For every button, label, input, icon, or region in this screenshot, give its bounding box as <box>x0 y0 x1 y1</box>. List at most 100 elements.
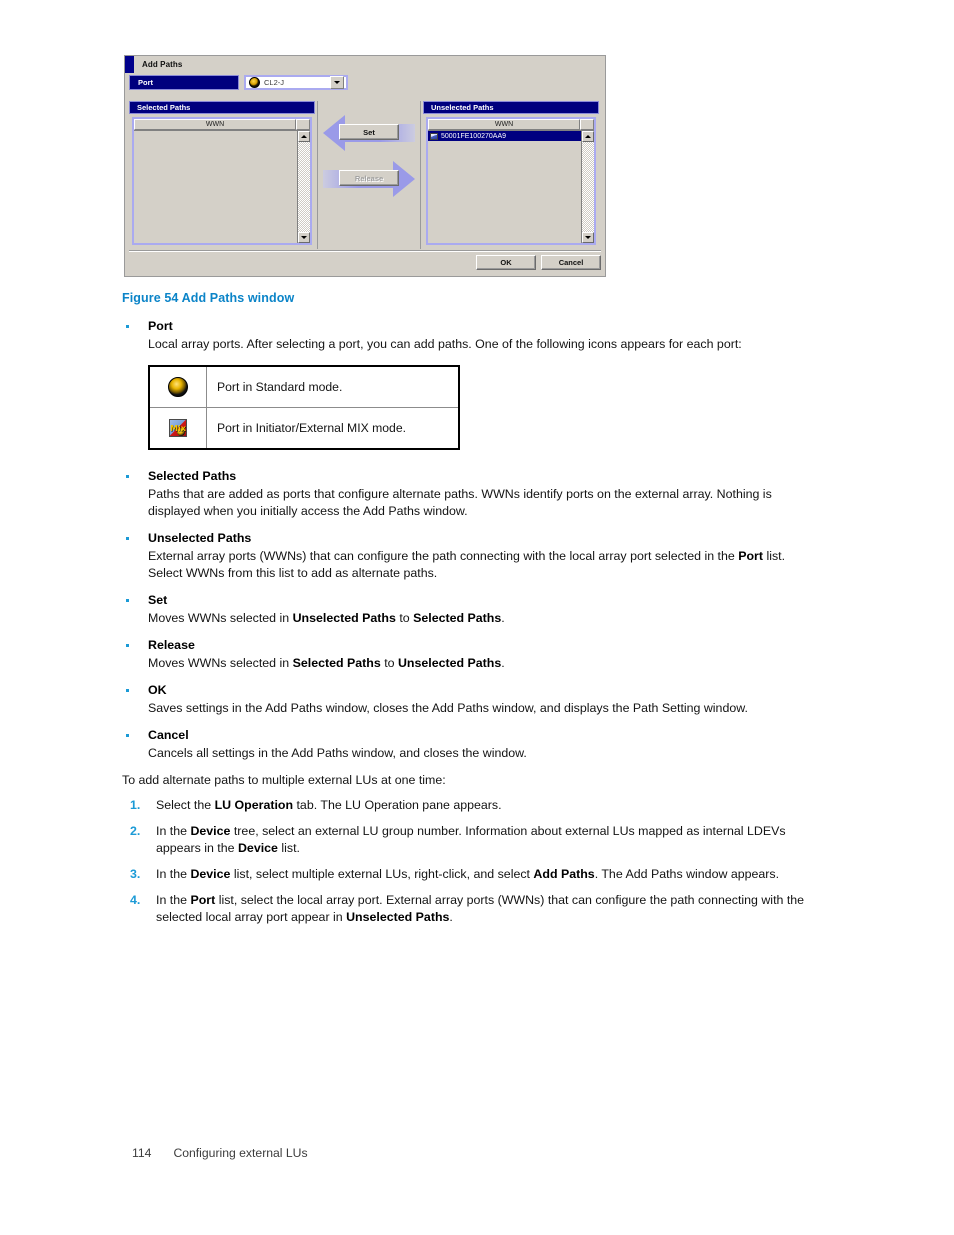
port-selected-value: CL2-J <box>264 78 285 87</box>
step-1: 1. Select the LU Operation tab. The LU O… <box>122 797 822 814</box>
dialog-title: Add Paths <box>142 60 183 69</box>
scroll-down-icon[interactable] <box>298 232 310 243</box>
selected-paths-column-wwn: WWN <box>134 119 296 130</box>
bullet-term: OK <box>148 683 167 697</box>
cancel-button[interactable]: Cancel <box>541 255 601 270</box>
port-label: Port <box>129 75 239 90</box>
unselected-paths-header: Unselected Paths <box>423 101 599 114</box>
step-4: 4. In the Port list, select the local ar… <box>122 892 822 926</box>
bullet-term: Unselected Paths <box>148 531 252 545</box>
port-initiator-external-mix-icon <box>169 419 187 437</box>
page-footer: 114 Configuring external LUs <box>132 1146 308 1160</box>
port-dropdown[interactable]: CL2-J <box>244 75 348 90</box>
unselected-paths-column-wwn: WWN <box>428 119 580 130</box>
dialog-titlebar: Add Paths <box>125 56 605 73</box>
bullet-term: Cancel <box>148 728 189 742</box>
unselected-paths-list-area: 50001FE100270AA9 <box>428 131 594 243</box>
bullet-body: Moves WWNs selected in Unselected Paths … <box>148 611 505 625</box>
selected-paths-header: Selected Paths <box>129 101 315 114</box>
bullet-selected-paths: Selected Paths Paths that are added as p… <box>122 468 822 520</box>
dialog-divider <box>129 250 601 252</box>
selected-paths-list-header: WWN <box>134 119 310 131</box>
bullet-cancel: Cancel Cancels all settings in the Add P… <box>122 727 822 762</box>
bullet-port: Port Local array ports. After selecting … <box>122 318 822 353</box>
selected-paths-list-area <box>134 131 310 243</box>
scroll-up-icon[interactable] <box>582 131 594 142</box>
bullet-dot-icon <box>126 644 129 647</box>
table-row: Port in Standard mode. <box>149 366 459 408</box>
window-marker-icon <box>125 56 134 73</box>
selected-paths-body: WWN <box>132 117 312 245</box>
bullet-unselected-paths: Unselected Paths External array ports (W… <box>122 530 822 582</box>
scroll-up-icon[interactable] <box>298 131 310 142</box>
step-2: 2. In the Device tree, select an externa… <box>122 823 822 857</box>
bullet-body: Cancels all settings in the Add Paths wi… <box>148 746 527 760</box>
port-standard-icon <box>168 377 188 397</box>
bullet-set: Set Moves WWNs selected in Unselected Pa… <box>122 592 822 627</box>
bullet-dot-icon <box>126 325 129 328</box>
unselected-paths-panel: Unselected Paths WWN 50001FE100270AA9 <box>423 101 599 249</box>
wwn-value: 50001FE100270AA9 <box>441 132 506 140</box>
figure-add-paths-window: Add Paths Port CL2-J Selected Paths WWN <box>124 55 606 277</box>
set-button[interactable]: Set <box>339 124 399 140</box>
bullet-release: Release Moves WWNs selected in Selected … <box>122 637 822 672</box>
port-standard-icon-cell <box>149 366 207 408</box>
step-number: 4. <box>130 893 141 907</box>
step-text: In the Device tree, select an external L… <box>156 824 786 855</box>
release-button[interactable]: Release <box>339 170 399 186</box>
bullet-dot-icon <box>126 599 129 602</box>
selected-paths-panel: Selected Paths WWN <box>129 101 315 249</box>
bullet-body: Local array ports. After selecting a por… <box>148 337 742 351</box>
port-icon-legend-table: Port in Standard mode. Port in Initiator… <box>148 365 460 450</box>
ok-button[interactable]: OK <box>476 255 536 270</box>
port-mix-icon-cell <box>149 407 207 449</box>
step-number: 2. <box>130 824 141 838</box>
port-mix-description: Port in Initiator/External MIX mode. <box>206 407 459 449</box>
unselected-paths-header-pad <box>580 119 594 130</box>
step-text: In the Device list, select multiple exte… <box>156 867 780 881</box>
page-number: 114 <box>132 1146 152 1160</box>
step-text: In the Port list, select the local array… <box>156 893 805 924</box>
port-standard-description: Port in Standard mode. <box>206 366 459 408</box>
list-item[interactable]: 50001FE100270AA9 <box>428 131 581 141</box>
selected-paths-scrollbar[interactable] <box>297 131 310 243</box>
bullet-term: Port <box>148 319 173 333</box>
bullet-term: Release <box>148 638 195 652</box>
footer-section: Configuring external LUs <box>173 1146 308 1160</box>
step-number: 1. <box>130 798 141 812</box>
bullet-body: Moves WWNs selected in Selected Paths to… <box>148 656 505 670</box>
dialog-footer: OK Cancel <box>129 255 601 271</box>
unselected-paths-scrollbar[interactable] <box>581 131 594 243</box>
chevron-down-icon[interactable] <box>330 76 344 89</box>
document-body: Port Local array ports. After selecting … <box>122 318 822 935</box>
bullet-dot-icon <box>126 689 129 692</box>
bullet-dot-icon <box>126 537 129 540</box>
table-row: Port in Initiator/External MIX mode. <box>149 407 459 449</box>
bullet-term: Set <box>148 593 168 607</box>
bullet-term: Selected Paths <box>148 469 237 483</box>
step-3: 3. In the Device list, select multiple e… <box>122 866 822 883</box>
figure-caption: Figure 54 Add Paths window <box>122 291 295 305</box>
port-row: Port CL2-J <box>129 75 599 90</box>
bullet-body: Paths that are added as ports that confi… <box>148 487 772 518</box>
release-arrow-group: Release <box>321 159 417 199</box>
unselected-paths-list-header: WWN <box>428 119 594 131</box>
scroll-down-icon[interactable] <box>582 232 594 243</box>
step-text: Select the LU Operation tab. The LU Oper… <box>156 798 502 812</box>
add-paths-dialog: Add Paths Port CL2-J Selected Paths WWN <box>125 56 605 276</box>
wwn-port-icon <box>430 132 438 140</box>
unselected-paths-body: WWN 50001FE100270AA9 <box>426 117 596 245</box>
set-arrow-group: Set <box>321 113 417 153</box>
selected-paths-header-pad <box>296 119 310 130</box>
bullet-body: Saves settings in the Add Paths window, … <box>148 701 748 715</box>
procedure-steps: 1. Select the LU Operation tab. The LU O… <box>122 797 822 926</box>
selected-paths-list[interactable] <box>134 131 297 243</box>
intro-paragraph: To add alternate paths to multiple exter… <box>122 773 446 787</box>
bullet-ok: OK Saves settings in the Add Paths windo… <box>122 682 822 717</box>
unselected-paths-list[interactable]: 50001FE100270AA9 <box>428 131 581 243</box>
step-number: 3. <box>130 867 141 881</box>
bullet-body: External array ports (WWNs) that can con… <box>148 549 786 580</box>
bullet-dot-icon <box>126 734 129 737</box>
bullet-dot-icon <box>126 475 129 478</box>
port-standard-icon <box>249 77 260 88</box>
